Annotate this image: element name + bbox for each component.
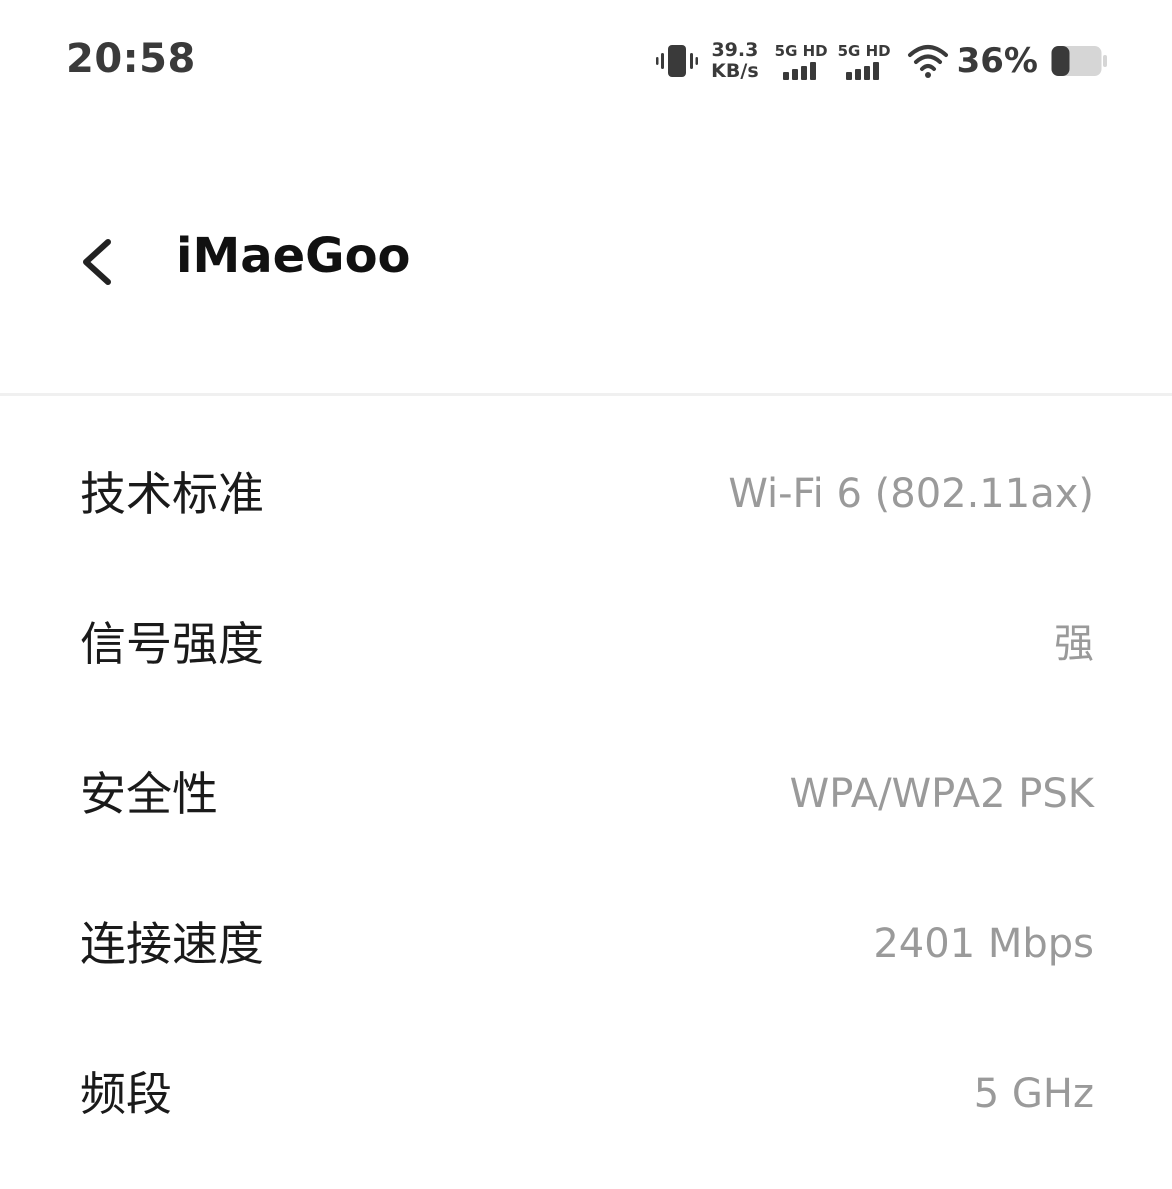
detail-value: Wi-Fi 6 (802.11ax) xyxy=(728,471,1094,517)
detail-label: 安全性 xyxy=(80,767,218,821)
detail-label: 技术标准 xyxy=(80,467,264,521)
detail-value: 2401 Mbps xyxy=(873,921,1094,967)
detail-row-signal-strength: 信号强度 强 xyxy=(0,570,1172,720)
sim2-signal: 5G HD xyxy=(838,42,891,80)
status-bar: 20:58 39.3 KB/s 5G HD 5G HD 36% xyxy=(0,0,1172,120)
sim2-tag: 5G HD xyxy=(837,42,891,60)
header-divider xyxy=(0,393,1172,396)
back-button[interactable] xyxy=(70,230,126,294)
chevron-left-icon xyxy=(83,239,111,285)
sim1-signal: 5G HD xyxy=(775,42,828,80)
detail-row-security: 安全性 WPA/WPA2 PSK xyxy=(0,720,1172,870)
signal-bars-icon xyxy=(846,62,880,80)
status-time: 20:58 xyxy=(66,36,196,82)
app-header: iMaeGoo xyxy=(0,200,1172,324)
detail-value: 强 xyxy=(1054,621,1094,667)
detail-row-standard: 技术标准 Wi-Fi 6 (802.11ax) xyxy=(0,420,1172,570)
detail-label: 信号强度 xyxy=(80,617,264,671)
sim1-tag: 5G HD xyxy=(774,42,828,60)
detail-value: 5 GHz xyxy=(973,1071,1094,1117)
network-speed-unit: KB/s xyxy=(711,60,759,82)
wifi-icon xyxy=(907,45,948,78)
signal-bars-icon xyxy=(783,62,817,80)
battery-percent: 36% xyxy=(956,41,1038,81)
detail-row-link-speed: 连接速度 2401 Mbps xyxy=(0,870,1172,1020)
network-details-list: 技术标准 Wi-Fi 6 (802.11ax) 信号强度 强 安全性 WPA/W… xyxy=(0,420,1172,1170)
detail-label: 频段 xyxy=(80,1067,172,1121)
vibrate-icon xyxy=(656,45,699,77)
page-title: iMaeGoo xyxy=(176,228,411,284)
battery-icon xyxy=(1051,46,1107,76)
detail-value: WPA/WPA2 PSK xyxy=(789,771,1094,817)
network-speed-value: 39.3 xyxy=(711,39,759,61)
status-icons: 39.3 KB/s 5G HD 5G HD 36% xyxy=(655,38,1108,84)
detail-label: 连接速度 xyxy=(80,917,264,971)
network-speed: 39.3 KB/s xyxy=(711,40,758,82)
detail-row-frequency-band: 频段 5 GHz xyxy=(0,1020,1172,1170)
